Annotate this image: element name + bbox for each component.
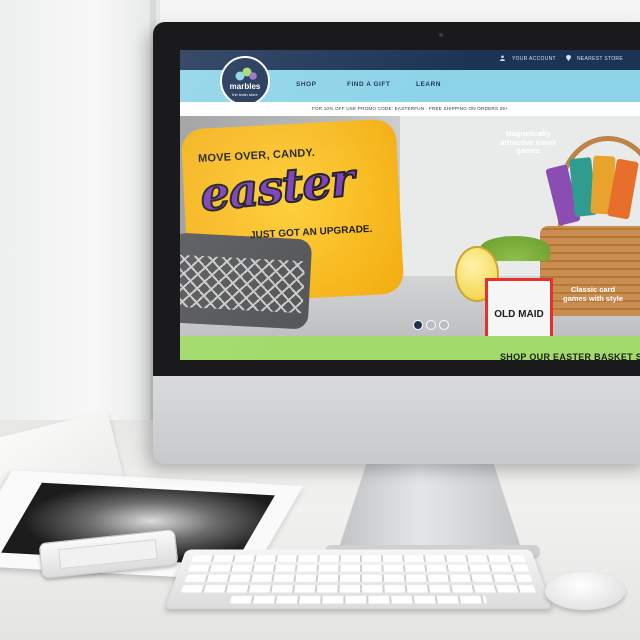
logo-tagline: the brain store xyxy=(222,92,268,97)
nav-learn[interactable]: LEARN xyxy=(416,81,441,88)
hero-carousel[interactable]: MOVE OVER, CANDY. easter JUST GOT AN UPG… xyxy=(180,116,640,336)
site-header: YOUR ACCOUNT NEAREST STORE marbles the b… xyxy=(180,50,640,102)
user-icon xyxy=(500,55,505,61)
carousel-dot-active[interactable] xyxy=(413,320,423,330)
callout-card-games: Classic card games with style xyxy=(558,286,628,303)
key-row xyxy=(191,555,525,562)
phone-screen xyxy=(58,539,158,569)
camera-icon xyxy=(439,33,443,37)
store-locator-link[interactable]: NEAREST STORE xyxy=(577,56,623,62)
nav-find-a-gift[interactable]: FIND A GIFT xyxy=(347,81,390,88)
card-game-title: OLD MAID xyxy=(488,309,550,320)
keyboard xyxy=(165,550,552,609)
nav-shop[interactable]: SHOP xyxy=(296,81,316,88)
location-pin-icon xyxy=(566,55,571,61)
imac-chin xyxy=(153,376,640,464)
carousel-dot[interactable] xyxy=(426,320,436,330)
key-row xyxy=(188,565,529,572)
photo-scene: YOUR ACCOUNT NEAREST STORE marbles the b… xyxy=(0,0,640,640)
key-row xyxy=(185,575,533,582)
key-row xyxy=(181,585,536,592)
mouse xyxy=(545,572,625,610)
site-logo[interactable]: marbles the brain store xyxy=(220,56,270,106)
logo-name: marbles xyxy=(222,82,268,91)
grey-pillow xyxy=(180,232,312,329)
pillow-pattern xyxy=(180,255,305,314)
carousel-dots xyxy=(413,320,453,330)
banner-text: SHOP OUR EASTER BASKET STUFFERS xyxy=(500,352,640,360)
spacebar-row xyxy=(230,596,487,604)
website-screen: YOUR ACCOUNT NEAREST STORE marbles the b… xyxy=(180,50,640,360)
promo-bar: FOR 10% OFF USE PROMO CODE: EASTERFUN · … xyxy=(180,102,640,116)
callout-travel-games: Magnetically attractive travel games xyxy=(498,130,558,156)
background-window xyxy=(0,0,160,420)
card-game-box: OLD MAID xyxy=(485,278,553,336)
carousel-dot[interactable] xyxy=(439,320,449,330)
marbles-logo-icon xyxy=(235,67,257,81)
promo-banner[interactable]: SHOP OUR EASTER BASKET STUFFERS xyxy=(180,336,640,360)
account-link[interactable]: YOUR ACCOUNT xyxy=(512,56,556,62)
